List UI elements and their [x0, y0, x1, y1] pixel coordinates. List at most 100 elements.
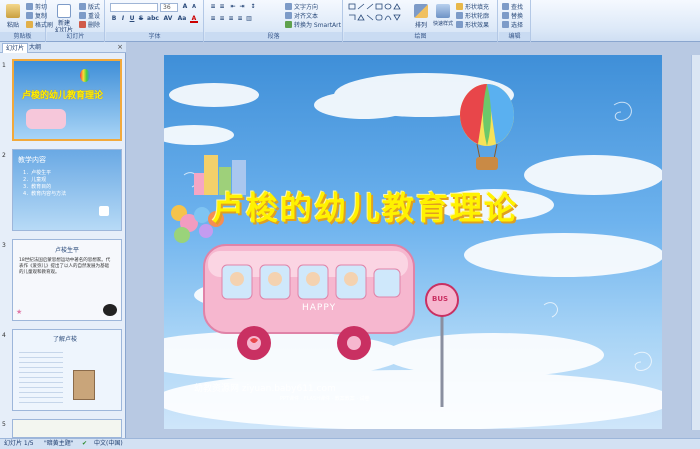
underline-button[interactable]: U: [128, 15, 136, 23]
tab-slides[interactable]: 幻灯片: [2, 43, 29, 53]
reset-button[interactable]: 重设: [79, 12, 100, 21]
thumb-title: 卢梭生平: [54, 247, 79, 254]
drawing-label: 绘图: [344, 32, 497, 41]
arrange-button[interactable]: 排列: [410, 2, 432, 30]
line-spacing-icon[interactable]: ↕: [249, 3, 257, 11]
shapes-gallery[interactable]: [348, 3, 406, 27]
slide-counter: 幻灯片 1/5: [4, 440, 34, 447]
thumb-number: 3: [2, 242, 6, 249]
strikethrough-button[interactable]: S: [137, 15, 145, 23]
align-center-icon[interactable]: ≡: [218, 15, 226, 23]
new-slide-button[interactable]: 新建 幻灯片: [51, 2, 77, 34]
cut-button[interactable]: 剪切: [26, 3, 47, 12]
quick-styles-button[interactable]: 快速样式: [432, 2, 454, 30]
thumb-text-lines: [19, 348, 63, 403]
slide-thumbnail-3[interactable]: 卢梭生平 18世纪法国启蒙思想运动中著名的思想家。代表作《爱弥儿》提出了以人的自…: [12, 239, 122, 321]
thumb-title: 了解卢梭: [53, 336, 78, 343]
smartart-button[interactable]: 转换为 SmartArt: [285, 21, 341, 30]
thumb-list: 1．卢梭生平 2．儿童观 3．教育目的 4．教育内容与方法: [23, 170, 67, 197]
italic-button[interactable]: I: [119, 15, 127, 23]
replace-button[interactable]: 替换: [502, 12, 523, 21]
text-direction-button[interactable]: 文字方向: [285, 3, 318, 12]
slide-thumbnail-2[interactable]: 教学内容 1．卢梭生平 2．儿童观 3．教育目的 4．教育内容与方法: [12, 149, 122, 231]
font-color-icon[interactable]: A: [190, 15, 198, 23]
thumb-number: 4: [2, 332, 6, 339]
portrait-image: [73, 370, 95, 400]
outline-icon: [456, 12, 463, 19]
char-spacing-button[interactable]: AV: [162, 15, 174, 23]
tab-outline[interactable]: 大纲: [26, 43, 44, 53]
spellcheck-icon[interactable]: ✔: [82, 439, 87, 449]
justify-icon[interactable]: ≡: [236, 15, 244, 23]
thumb-title: 教学内容: [18, 156, 46, 164]
cat-icon: [103, 304, 117, 316]
fill-icon: [456, 3, 463, 10]
paste-button[interactable]: 粘贴: [2, 2, 24, 30]
slide-thumbnail-1[interactable]: 卢梭的幼儿教育理论: [12, 59, 122, 141]
font-size-box[interactable]: 36: [160, 3, 178, 12]
cursor-icon: [502, 21, 509, 28]
binoculars-icon: [502, 3, 509, 10]
shadow-button[interactable]: abc: [146, 15, 160, 23]
clipboard-label: 剪贴板: [0, 32, 45, 41]
effects-icon: [456, 21, 463, 28]
slides-panel: 幻灯片 大纲 × 1 卢梭的幼儿教育理论 2 教学内容 1．卢梭生平 2．儿童观…: [0, 42, 126, 438]
align-text-button[interactable]: 对齐文本: [285, 12, 318, 21]
grow-font-icon[interactable]: A: [181, 3, 189, 11]
thumb-number: 5: [2, 421, 6, 428]
language: 中文(中国): [94, 440, 123, 447]
shape-fill-button[interactable]: 形状填充: [456, 3, 489, 12]
thumb-number: 1: [2, 62, 6, 69]
bus-thumb: [26, 109, 66, 129]
slide-thumbnail-4[interactable]: 了解卢梭: [12, 329, 122, 411]
select-button[interactable]: 选择: [502, 21, 523, 30]
theme-name: "暗黄主题": [44, 440, 74, 447]
shrink-font-icon[interactable]: A: [190, 3, 198, 11]
find-button[interactable]: 查找: [502, 3, 523, 12]
align-right-icon[interactable]: ≡: [227, 15, 235, 23]
scissors-icon: [26, 3, 33, 10]
slide-thumbnail-5[interactable]: [12, 419, 122, 438]
change-case-button[interactable]: Aa: [176, 15, 188, 23]
delete-icon: [79, 21, 86, 28]
paragraph-label: 段落: [205, 32, 342, 41]
layout-icon: [79, 3, 86, 10]
bus-stop-label: BUS: [432, 295, 449, 303]
layout-button[interactable]: 版式: [79, 3, 100, 12]
slides-label: 幻灯片: [47, 32, 104, 41]
text-direction-icon: [285, 3, 292, 10]
new-slide-icon: [57, 4, 71, 18]
font-name-box[interactable]: [110, 3, 158, 12]
drawing-group: 排列 快速样式 形状填充 形状轮廓 形状效果 绘图: [344, 0, 498, 42]
clipboard-group: 粘贴 剪切 复制 格式刷 剪贴板: [0, 0, 53, 42]
editing-label: 编辑: [499, 32, 530, 41]
bullets-icon[interactable]: ≡: [209, 3, 217, 11]
align-left-icon[interactable]: ≡: [209, 15, 217, 23]
copy-button[interactable]: 复制: [26, 12, 47, 21]
slide-canvas[interactable]: HAPPY BUS 卢梭的幼儿教育理论 幼教资源网 ziyuan.baby611…: [164, 55, 662, 429]
paragraph-group: ≡ ≡ ⇤ ⇥ ↕ ≡ ≡ ≡ ≡ ▥ 文字方向 对齐文本 转换为 SmartA…: [205, 0, 343, 42]
shape-outline-button[interactable]: 形状轮廓: [456, 12, 489, 21]
shape-effects-button[interactable]: 形状效果: [456, 21, 489, 30]
star-icon: ★: [16, 308, 23, 316]
font-group: 36 A A B I U S abc AV Aa A 字体: [106, 0, 204, 42]
slide-footer-sub: PPT课件 · FLASH课件 · 教案教案 · 试卷: [280, 396, 370, 402]
brush-icon: [26, 21, 33, 28]
editor-scrollbar[interactable]: [691, 55, 700, 430]
columns-icon[interactable]: ▥: [245, 15, 253, 23]
bold-button[interactable]: B: [110, 15, 118, 23]
decrease-indent-icon[interactable]: ⇤: [229, 3, 237, 11]
thumb-number: 2: [2, 152, 6, 159]
close-icon[interactable]: ×: [117, 43, 123, 51]
quick-styles-icon: [436, 4, 450, 18]
numbering-icon[interactable]: ≡: [218, 3, 226, 11]
slide-title[interactable]: 卢梭的幼儿教育理论: [212, 183, 518, 229]
arrange-icon: [414, 4, 428, 18]
delete-slide-button[interactable]: 删除: [79, 21, 100, 30]
slide-editor: HAPPY BUS 卢梭的幼儿教育理论 幼教资源网 ziyuan.baby611…: [126, 42, 700, 438]
thumb-body: 18世纪法国启蒙思想运动中著名的思想家。代表作《爱弥儿》提出了以人的自然发展为基…: [19, 258, 111, 275]
smartart-icon: [285, 21, 292, 28]
align-text-icon: [285, 12, 292, 19]
bus-label: HAPPY: [302, 303, 337, 313]
increase-indent-icon[interactable]: ⇥: [238, 3, 246, 11]
